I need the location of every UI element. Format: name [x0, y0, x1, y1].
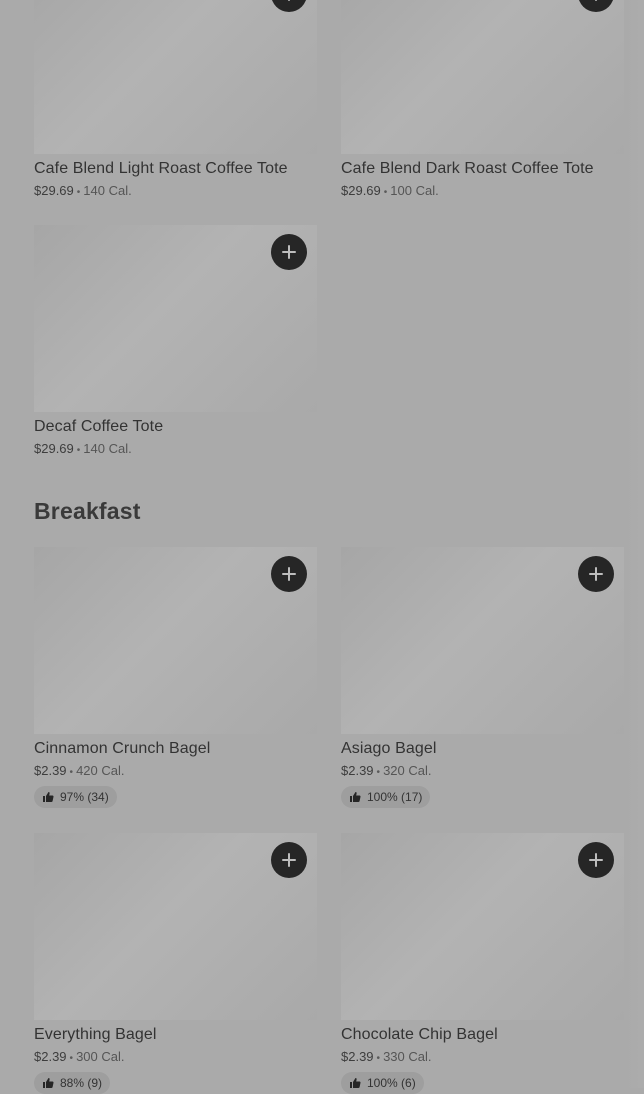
- item-calories: 330 Cal.: [383, 1049, 432, 1064]
- rating-badge: 100% (6): [341, 1072, 424, 1094]
- add-to-cart-button[interactable]: [271, 842, 307, 878]
- item-meta: $29.69 • 100 Cal.: [341, 183, 624, 198]
- item-name[interactable]: Cafe Blend Dark Roast Coffee Tote: [341, 160, 624, 178]
- thumbs-up-icon: [350, 792, 361, 802]
- item-price: $2.39: [341, 1049, 374, 1064]
- add-to-cart-button[interactable]: [578, 0, 614, 12]
- plus-icon: [589, 567, 603, 581]
- item-price: $2.39: [34, 1049, 67, 1064]
- menu-item-card[interactable]: Cafe Blend Light Roast Coffee Tote $29.6…: [34, 0, 317, 198]
- thumbs-up-icon: [43, 1078, 54, 1088]
- add-to-cart-button[interactable]: [578, 556, 614, 592]
- item-price: $2.39: [34, 763, 67, 778]
- rating-badge: 100% (17): [341, 786, 431, 808]
- item-price: $29.69: [34, 183, 74, 198]
- item-meta: $2.39 • 300 Cal.: [34, 1049, 317, 1064]
- add-to-cart-button[interactable]: [271, 234, 307, 270]
- menu-item-card[interactable]: Cafe Blend Dark Roast Coffee Tote $29.69…: [341, 0, 624, 198]
- rating-badge: 97% (34): [34, 786, 117, 808]
- item-image[interactable]: [34, 225, 317, 412]
- item-meta: $29.69 • 140 Cal.: [34, 441, 317, 456]
- rating-badge: 88% (9): [34, 1072, 111, 1094]
- thumbs-up-icon: [350, 1078, 361, 1088]
- plus-icon: [282, 245, 296, 259]
- separator: •: [76, 445, 81, 456]
- item-name[interactable]: Decaf Coffee Tote: [34, 418, 317, 436]
- plus-icon: [282, 567, 296, 581]
- item-image[interactable]: [341, 833, 624, 1020]
- item-image[interactable]: [34, 833, 317, 1020]
- item-calories: 300 Cal.: [76, 1049, 125, 1064]
- separator: •: [69, 767, 74, 778]
- item-calories: 320 Cal.: [383, 763, 432, 778]
- menu-item-card[interactable]: Everything Bagel $2.39 • 300 Cal. 88% (9): [34, 833, 317, 1094]
- item-name[interactable]: Cinnamon Crunch Bagel: [34, 740, 317, 758]
- menu-item-card[interactable]: Asiago Bagel $2.39 • 320 Cal. 100% (17): [341, 547, 624, 808]
- menu-item-card[interactable]: Decaf Coffee Tote $29.69 • 140 Cal.: [34, 225, 317, 456]
- add-to-cart-button[interactable]: [578, 842, 614, 878]
- item-price: $2.39: [341, 763, 374, 778]
- rating-text: 97% (34): [60, 790, 109, 804]
- plus-icon: [595, 0, 597, 1]
- item-name[interactable]: Cafe Blend Light Roast Coffee Tote: [34, 160, 317, 178]
- add-to-cart-button[interactable]: [271, 0, 307, 12]
- menu-item-card[interactable]: Cinnamon Crunch Bagel $2.39 • 420 Cal. 97%…: [34, 547, 317, 808]
- item-image[interactable]: [34, 0, 317, 154]
- rating-text: 100% (17): [367, 790, 423, 804]
- item-calories: 100 Cal.: [390, 183, 439, 198]
- separator: •: [376, 767, 381, 778]
- item-meta: $2.39 • 330 Cal.: [341, 1049, 624, 1064]
- add-to-cart-button[interactable]: [271, 556, 307, 592]
- item-price: $29.69: [341, 183, 381, 198]
- plus-icon: [589, 853, 603, 867]
- separator: •: [383, 187, 388, 198]
- item-name[interactable]: Everything Bagel: [34, 1026, 317, 1044]
- item-price: $29.69: [34, 441, 74, 456]
- separator: •: [376, 1053, 381, 1064]
- thumbs-up-icon: [43, 792, 54, 802]
- item-image[interactable]: [341, 547, 624, 734]
- plus-icon: [288, 0, 290, 1]
- menu-page: Cafe Blend Light Roast Coffee Tote $29.6…: [0, 0, 644, 1094]
- item-meta: $2.39 • 320 Cal.: [341, 763, 624, 778]
- item-name[interactable]: Chocolate Chip Bagel: [341, 1026, 624, 1044]
- item-meta: $29.69 • 140 Cal.: [34, 183, 317, 198]
- item-calories: 140 Cal.: [83, 441, 132, 456]
- item-meta: $2.39 • 420 Cal.: [34, 763, 317, 778]
- item-calories: 420 Cal.: [76, 763, 125, 778]
- separator: •: [69, 1053, 74, 1064]
- item-calories: 140 Cal.: [83, 183, 132, 198]
- item-image[interactable]: [341, 0, 624, 154]
- separator: •: [76, 187, 81, 198]
- section-title-breakfast: Breakfast: [34, 498, 141, 524]
- item-name[interactable]: Asiago Bagel: [341, 740, 624, 758]
- plus-icon: [282, 853, 296, 867]
- scroll-edge-fade: [624, 0, 644, 1088]
- item-image[interactable]: [34, 547, 317, 734]
- menu-item-card[interactable]: Chocolate Chip Bagel $2.39 • 330 Cal. 100%…: [341, 833, 624, 1094]
